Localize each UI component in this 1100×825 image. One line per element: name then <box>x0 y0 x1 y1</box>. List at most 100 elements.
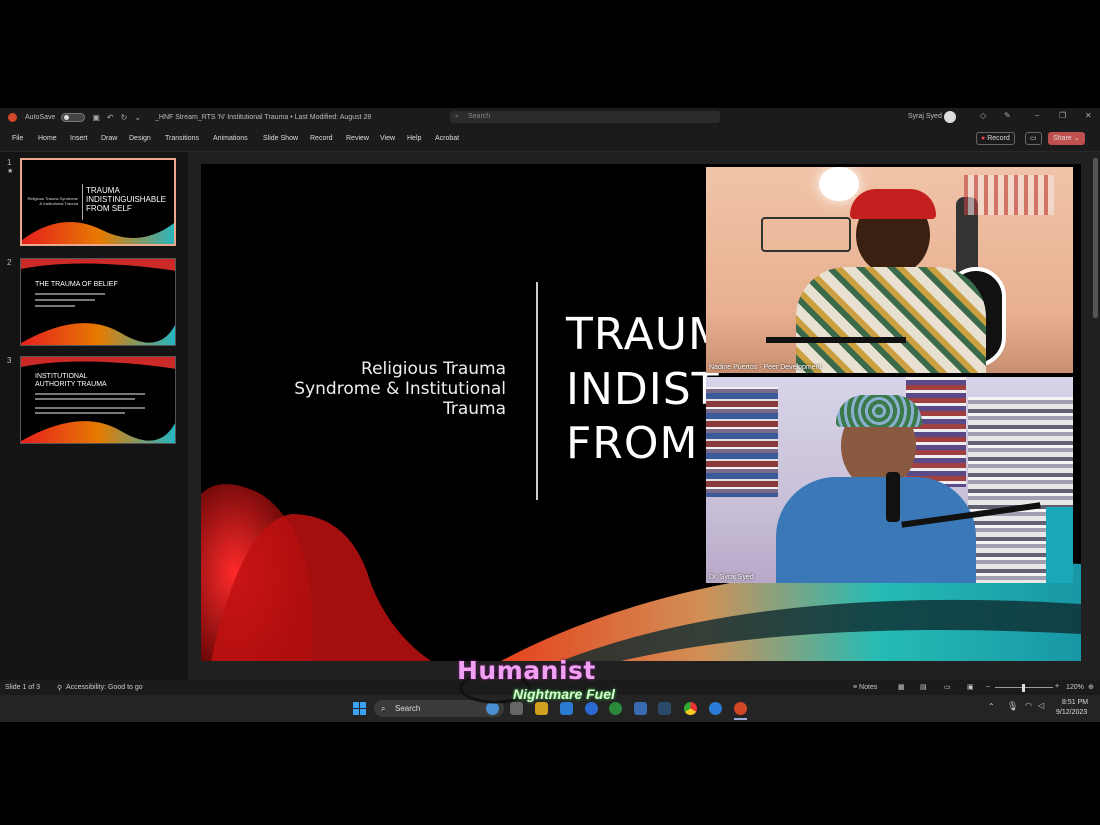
tab-file[interactable]: File <box>12 135 23 142</box>
clock-time[interactable]: 8:51 PM <box>1062 699 1088 706</box>
bookshelf-left <box>706 387 778 497</box>
save-icon[interactable]: ▣ <box>92 113 100 122</box>
steam-icon[interactable] <box>658 702 671 715</box>
slide-subtitle-line: Syndrome & Institutional <box>294 379 506 399</box>
video-tile-host: Dr. Syraj Syed <box>706 377 1073 583</box>
notes-button[interactable]: ≡ Notes <box>853 684 877 691</box>
powerpoint-taskbar-icon[interactable] <box>734 702 747 715</box>
tab-draw[interactable]: Draw <box>101 135 117 142</box>
tab-design[interactable]: Design <box>129 135 151 142</box>
tab-view[interactable]: View <box>380 135 395 142</box>
tab-acrobat[interactable]: Acrobat <box>435 135 459 142</box>
notes-icon: ≡ <box>853 684 858 691</box>
slide-title-line: TRAUM <box>566 309 727 360</box>
minimize-icon[interactable]: – <box>1035 111 1039 120</box>
record-button-label: Record <box>987 135 1010 142</box>
search-placeholder: Search <box>468 113 491 120</box>
close-icon[interactable]: ✕ <box>1085 111 1092 120</box>
comment-icon: ▭ <box>1030 135 1037 142</box>
thumbnail-title: THE TRAUMA OF BELIEF <box>35 281 118 288</box>
zoom-in-icon[interactable]: + <box>1055 683 1059 690</box>
fit-slide-icon[interactable]: ⊕ <box>1088 683 1094 691</box>
windows-start-icon[interactable] <box>353 702 366 715</box>
headphones <box>850 189 936 219</box>
lamp-light <box>819 167 859 201</box>
chrome-icon[interactable] <box>684 702 697 715</box>
person-body <box>796 267 986 373</box>
star-icon: ★ <box>7 168 14 175</box>
record-dot-icon: ● <box>981 135 986 142</box>
powerpoint-logo-icon <box>8 112 17 122</box>
share-button[interactable]: Share ⌄ <box>1048 132 1085 145</box>
vertical-scrollbar[interactable] <box>1093 158 1098 318</box>
slide-subtitle-line: Trauma <box>442 399 506 419</box>
comments-button[interactable]: ▭ <box>1025 132 1042 145</box>
zoom-app-icon[interactable] <box>709 702 722 715</box>
customize-icon[interactable]: ⌄ <box>134 113 141 122</box>
tab-home[interactable]: Home <box>38 135 57 142</box>
tab-insert[interactable]: Insert <box>70 135 88 142</box>
microphone <box>886 472 900 522</box>
redo-icon[interactable]: ↻ <box>121 113 128 122</box>
ribbon-tabs: File Home Insert Draw Design Transitions… <box>0 126 1100 152</box>
normal-view-icon[interactable]: ▦ <box>898 683 905 691</box>
slide-thumbnail-2[interactable]: THE TRAUMA OF BELIEF <box>20 258 176 346</box>
slide-title-line: FROM <box>566 418 699 469</box>
security-icon[interactable] <box>634 702 647 715</box>
slide-count[interactable]: Slide 1 of 3 <box>5 684 40 691</box>
autosave-label: AutoSave <box>25 113 56 121</box>
share-button-label: Share <box>1053 135 1072 142</box>
watermark-line2: Nightmare Fuel <box>513 686 615 702</box>
thumbnail-wave-art <box>21 259 175 345</box>
search-input[interactable]: ⌕ Search <box>450 111 720 123</box>
restore-icon[interactable]: ❐ <box>1059 111 1066 120</box>
volume-icon[interactable]: ◁ <box>1038 701 1044 710</box>
microphone-icon[interactable]: 🎙 <box>1007 701 1018 712</box>
tab-slide-show[interactable]: Slide Show <box>263 135 298 142</box>
thumbnail-number: 1 <box>7 158 12 167</box>
pen-icon[interactable]: ✎ <box>1004 111 1011 120</box>
title-divider <box>536 282 538 500</box>
chevron-up-icon[interactable]: ⌃ <box>988 702 995 711</box>
avatar[interactable] <box>944 111 956 123</box>
hat <box>836 395 922 427</box>
thumbnail-subtitle: Religious Trauma Syndrome & Institutiona… <box>27 196 78 206</box>
thumbnail-wave-art <box>21 357 175 443</box>
slide-subtitle-line: Religious Trauma <box>361 359 506 379</box>
tab-help[interactable]: Help <box>407 135 421 142</box>
reading-view-icon[interactable]: ▭ <box>944 683 951 691</box>
video-label: Dr. Syraj Syed <box>709 574 754 581</box>
notes-label: Notes <box>859 684 878 691</box>
taskbar-search-label: Search <box>395 704 421 713</box>
person-body <box>776 477 976 583</box>
slide-thumbnail-1[interactable]: Religious Trauma Syndrome & Institutiona… <box>20 158 176 246</box>
diamond-icon[interactable]: ◇ <box>980 111 986 120</box>
tab-transitions[interactable]: Transitions <box>165 135 199 142</box>
slideshow-icon[interactable]: ▣ <box>967 683 974 691</box>
slide-thumbnail-3[interactable]: INSTITUTIONAL AUTHORITY TRAUMA <box>20 356 176 444</box>
slide-sorter-icon[interactable]: ▤ <box>920 683 927 691</box>
wall-decor <box>761 217 851 252</box>
tab-review[interactable]: Review <box>346 135 369 142</box>
user-name[interactable]: Syraj Syed <box>908 113 942 120</box>
clock-date[interactable]: 9/12/2023 <box>1056 709 1087 716</box>
undo-icon[interactable]: ↶ <box>107 113 114 122</box>
bookshelf-middle <box>906 377 966 487</box>
search-icon: ⌕ <box>381 704 386 713</box>
zoom-out-icon[interactable]: – <box>986 683 990 690</box>
search-icon: ⌕ <box>455 113 459 120</box>
mic-arm <box>766 337 906 343</box>
record-button[interactable]: ● Record <box>976 132 1015 145</box>
thumbnail-title: TRAUMA INDISTINGUISHABLE FROM SELF <box>86 186 167 213</box>
thumbnail-number: 3 <box>7 356 12 365</box>
thumbnail-title: INSTITUTIONAL AUTHORITY TRAUMA <box>35 373 107 388</box>
zoom-slider-thumb[interactable] <box>1022 684 1025 692</box>
wifi-icon[interactable]: ◠ <box>1025 701 1032 710</box>
zoom-level[interactable]: 120% <box>1066 684 1084 691</box>
tab-record[interactable]: Record <box>310 135 333 142</box>
autosave-toggle[interactable] <box>61 112 86 122</box>
document-title[interactable]: _HNF Stream_RTS 'N' Institutional Trauma… <box>155 114 371 121</box>
video-tile-guest: Nadine Puertos · Peer Development <box>706 167 1073 373</box>
tab-animations[interactable]: Animations <box>213 135 248 142</box>
accessibility-status[interactable]: Accessibility: Good to go <box>66 684 143 691</box>
